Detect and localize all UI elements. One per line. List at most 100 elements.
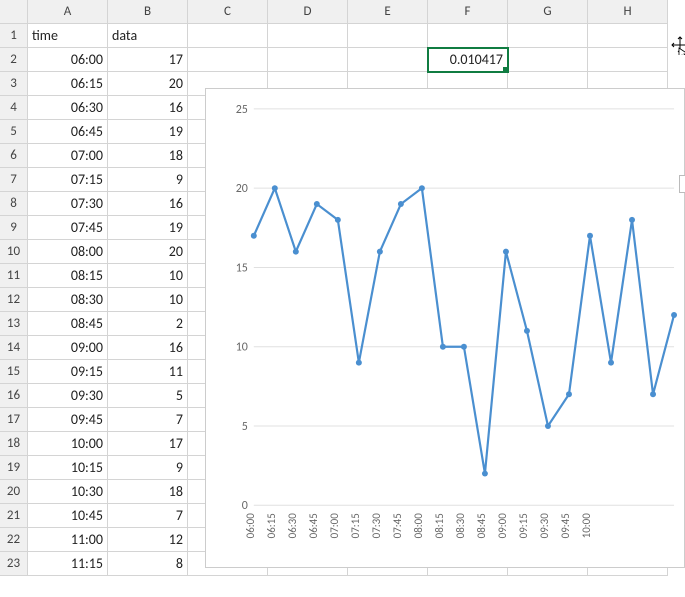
svg-text:06:30: 06:30 [286,513,299,539]
row-header-22[interactable]: 22 [0,528,28,552]
svg-text:08:00: 08:00 [412,513,425,539]
cell-B12[interactable]: 10 [108,288,188,312]
cell-A18[interactable]: 10:00 [28,432,108,456]
cell-D1[interactable] [268,24,348,48]
cell-A7[interactable]: 07:15 [28,168,108,192]
cell-A2[interactable]: 06:00 [28,48,108,72]
col-header-C[interactable]: C [188,0,268,24]
cell-B2[interactable]: 17 [108,48,188,72]
cell-C2[interactable] [188,48,268,72]
cell-H1[interactable] [588,24,668,48]
row-header-4[interactable]: 4 [0,96,28,120]
cell-A6[interactable]: 07:00 [28,144,108,168]
cell-A14[interactable]: 09:00 [28,336,108,360]
cell-A22[interactable]: 11:00 [28,528,108,552]
cell-G2[interactable] [508,48,588,72]
row-header-6[interactable]: 6 [0,144,28,168]
row-header-1[interactable]: 1 [0,24,28,48]
cell-A21[interactable]: 10:45 [28,504,108,528]
row-header-3[interactable]: 3 [0,72,28,96]
cell-B5[interactable]: 19 [108,120,188,144]
cell-A23[interactable]: 11:15 [28,552,108,576]
svg-text:10: 10 [236,341,248,355]
row-header-2[interactable]: 2 [0,48,28,72]
chart-side-handle[interactable] [679,175,685,193]
row-header-15[interactable]: 15 [0,360,28,384]
row-header-9[interactable]: 9 [0,216,28,240]
cell-B13[interactable]: 2 [108,312,188,336]
cell-B3[interactable]: 20 [108,72,188,96]
cell-A10[interactable]: 08:00 [28,240,108,264]
row-header-8[interactable]: 8 [0,192,28,216]
svg-text:07:00: 07:00 [328,513,341,539]
cell-E1[interactable] [348,24,428,48]
col-header-F[interactable]: F [428,0,508,24]
cell-B20[interactable]: 18 [108,480,188,504]
cell-B6[interactable]: 18 [108,144,188,168]
cell-A3[interactable]: 06:15 [28,72,108,96]
cell-B10[interactable]: 20 [108,240,188,264]
cell-B16[interactable]: 5 [108,384,188,408]
col-header-G[interactable]: G [508,0,588,24]
row-header-18[interactable]: 18 [0,432,28,456]
cell-B4[interactable]: 16 [108,96,188,120]
cell-D2[interactable] [268,48,348,72]
cell-A11[interactable]: 08:15 [28,264,108,288]
cell-A1[interactable]: time [28,24,108,48]
row-header-23[interactable]: 23 [0,552,28,576]
row-header-5[interactable]: 5 [0,120,28,144]
cell-B11[interactable]: 10 [108,264,188,288]
cell-B21[interactable]: 7 [108,504,188,528]
cell-A4[interactable]: 06:30 [28,96,108,120]
corner-cell[interactable] [0,0,28,24]
cell-B1[interactable]: data [108,24,188,48]
cell-G1[interactable] [508,24,588,48]
cell-A19[interactable]: 10:15 [28,456,108,480]
cell-E2[interactable] [348,48,428,72]
cell-B17[interactable]: 7 [108,408,188,432]
row-header-13[interactable]: 13 [0,312,28,336]
cell-A9[interactable]: 07:45 [28,216,108,240]
col-header-D[interactable]: D [268,0,348,24]
cell-F2[interactable]: 0.010417 [428,48,508,72]
row-header-14[interactable]: 14 [0,336,28,360]
svg-text:06:45: 06:45 [307,513,320,538]
cell-B8[interactable]: 16 [108,192,188,216]
row-header-16[interactable]: 16 [0,384,28,408]
cell-A8[interactable]: 07:30 [28,192,108,216]
cell-A16[interactable]: 09:30 [28,384,108,408]
col-header-H[interactable]: H [588,0,668,24]
cell-A20[interactable]: 10:30 [28,480,108,504]
row-header-12[interactable]: 12 [0,288,28,312]
cell-H2[interactable] [588,48,668,72]
row-header-10[interactable]: 10 [0,240,28,264]
col-header-A[interactable]: A [28,0,108,24]
row-header-21[interactable]: 21 [0,504,28,528]
cell-A15[interactable]: 09:15 [28,360,108,384]
cell-B18[interactable]: 17 [108,432,188,456]
cell-A13[interactable]: 08:45 [28,312,108,336]
cell-B19[interactable]: 9 [108,456,188,480]
cell-C1[interactable] [188,24,268,48]
col-header-E[interactable]: E [348,0,428,24]
col-header-B[interactable]: B [108,0,188,24]
svg-text:08:45: 08:45 [475,513,488,538]
cell-A17[interactable]: 09:45 [28,408,108,432]
row-header-7[interactable]: 7 [0,168,28,192]
cell-B9[interactable]: 19 [108,216,188,240]
cell-B22[interactable]: 12 [108,528,188,552]
cell-B23[interactable]: 8 [108,552,188,576]
svg-text:09:30: 09:30 [538,513,551,539]
embedded-chart[interactable]: 051015202506:0006:1506:3006:4507:0007:15… [205,88,685,568]
cell-A12[interactable]: 08:30 [28,288,108,312]
cell-B15[interactable]: 11 [108,360,188,384]
svg-text:08:15: 08:15 [433,513,446,538]
cell-B14[interactable]: 16 [108,336,188,360]
cell-A5[interactable]: 06:45 [28,120,108,144]
row-header-11[interactable]: 11 [0,264,28,288]
row-header-19[interactable]: 19 [0,456,28,480]
cell-F1[interactable] [428,24,508,48]
cell-B7[interactable]: 9 [108,168,188,192]
row-header-17[interactable]: 17 [0,408,28,432]
row-header-20[interactable]: 20 [0,480,28,504]
